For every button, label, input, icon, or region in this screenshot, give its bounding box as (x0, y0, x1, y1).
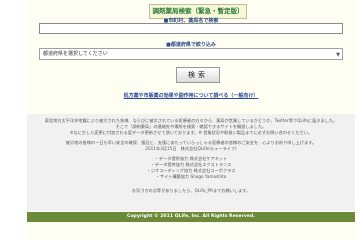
chevron-down-icon: ▼ (336, 52, 340, 58)
footer-line: 2011年3月15日 株式会社QLife(キューライフ) (145, 146, 237, 151)
search-input[interactable] (39, 23, 343, 34)
footer: 東北地方太平洋沖地震により被災された皆様、ならびに被災されている医療者の方々から… (27, 114, 355, 211)
contact-line: お気づきの点等がありましたら、QLife_PRまでお願いします。 (131, 188, 251, 193)
footer-line: ・サイト構築協力 Shogo Yamashita (155, 174, 227, 179)
prefecture-select[interactable]: 都道府県を選択してください ▼ (39, 48, 343, 60)
drug-info-link[interactable]: 処方薬や市販薬の効果や副作用について調べる（一般向け） (27, 92, 355, 99)
search-button[interactable]: 検索 (176, 67, 220, 83)
page: 調剤薬局検索（緊急・暫定版） ■市町村、薬局名で検索 ■都道府県で絞り込み 都道… (27, 0, 355, 240)
prefecture-selected-value: 都道府県を選択してください (43, 51, 108, 57)
footer-line: ※なにかしら変更に付加される度データ更新させて頂いております。※ 営業状況や取扱… (69, 130, 313, 135)
copyright-bar: Copyright © 2011 QLife, Inc. All Rights … (27, 212, 355, 222)
prefecture-label: ■都道府県で絞り込み (166, 42, 216, 48)
